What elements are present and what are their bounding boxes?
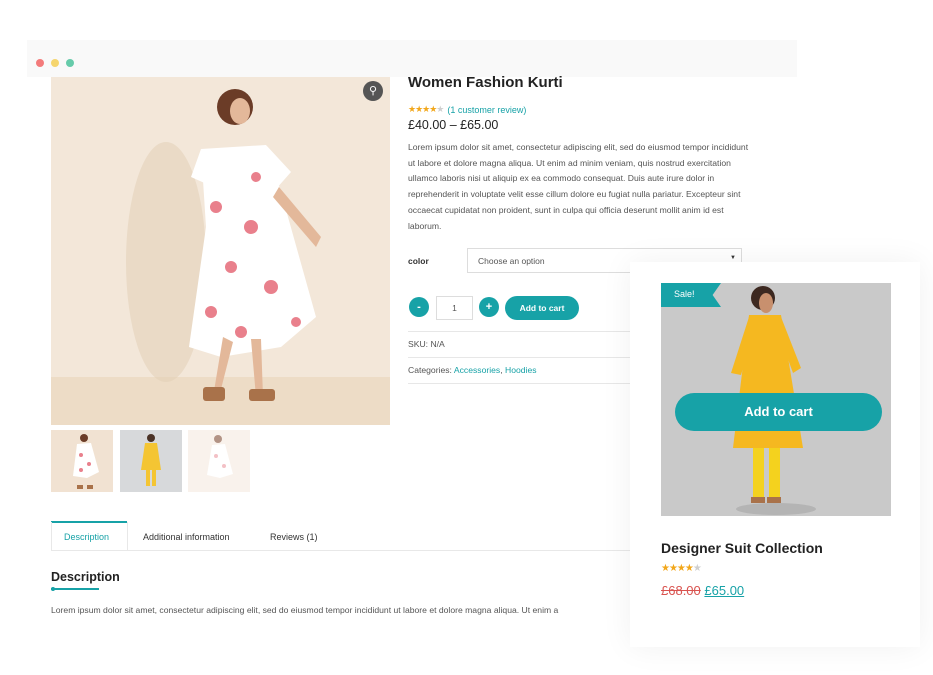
category-link-hoodies[interactable]: Hoodies xyxy=(505,365,537,375)
description-heading-underline xyxy=(51,588,99,590)
tabs-bottom-border xyxy=(51,550,630,551)
meta-divider-bottom xyxy=(408,383,630,384)
product-title: Women Fashion Kurti xyxy=(408,74,563,91)
customer-review-link[interactable]: (1 customer review) xyxy=(447,105,526,115)
related-add-to-cart-button[interactable]: Add to cart xyxy=(675,393,882,431)
product-thumbnail-2[interactable] xyxy=(120,430,182,492)
sale-badge: Sale! xyxy=(661,283,721,307)
sale-price: £65.00 xyxy=(704,583,745,598)
related-product-price: £68.00 £65.00 xyxy=(661,583,744,598)
product-rating: ★★★★★ (1 customer review) xyxy=(408,104,526,115)
product-sku: SKU: N/A xyxy=(408,339,445,349)
product-price: £40.00 – £65.00 xyxy=(408,118,499,132)
window-maximize-dot[interactable] xyxy=(66,59,74,67)
product-main-image[interactable] xyxy=(51,77,390,425)
quantity-input[interactable]: 1 xyxy=(436,296,473,320)
category-link-accessories[interactable]: Accessories xyxy=(454,365,500,375)
tab-border-right xyxy=(127,522,128,551)
categories-label: Categories: xyxy=(408,365,452,375)
old-price: £68.00 xyxy=(661,583,701,598)
tab-description[interactable]: Description xyxy=(64,532,109,542)
chevron-down-icon: ▼ xyxy=(730,255,736,261)
category-separator: , xyxy=(500,365,503,375)
color-select-value: Choose an option xyxy=(478,256,545,266)
product-categories: Categories: Accessories, Hoodies xyxy=(408,365,537,375)
rating-stars-icon: ★★★★★ xyxy=(408,104,444,114)
window-minimize-dot[interactable] xyxy=(51,59,59,67)
add-to-cart-button[interactable]: Add to cart xyxy=(505,296,579,320)
window-close-dot[interactable] xyxy=(36,59,44,67)
meta-divider-middle xyxy=(408,357,630,358)
product-short-description: Lorem ipsum dolor sit amet, consectetur … xyxy=(408,142,749,231)
color-label: color xyxy=(408,256,429,266)
active-tab-indicator xyxy=(51,521,127,523)
description-text: Lorem ipsum dolor sit amet, consectetur … xyxy=(51,605,559,615)
product-thumbnail-3[interactable] xyxy=(188,430,250,492)
quantity-increase-button[interactable]: + xyxy=(479,297,499,317)
description-heading: Description xyxy=(51,570,120,584)
meta-divider-top xyxy=(408,331,630,332)
description-heading-dot xyxy=(51,587,55,591)
tab-additional-information[interactable]: Additional information xyxy=(143,532,230,542)
quantity-decrease-button[interactable]: - xyxy=(409,297,429,317)
tab-reviews[interactable]: Reviews (1) xyxy=(270,532,318,542)
zoom-icon[interactable]: ⚲ xyxy=(363,81,383,101)
tab-border-left xyxy=(51,522,52,551)
related-product-title[interactable]: Designer Suit Collection xyxy=(661,540,823,556)
browser-toolbar xyxy=(27,40,797,77)
product-thumbnail-1[interactable] xyxy=(51,430,113,492)
related-rating-stars-icon: ★★★★★ xyxy=(661,563,702,574)
